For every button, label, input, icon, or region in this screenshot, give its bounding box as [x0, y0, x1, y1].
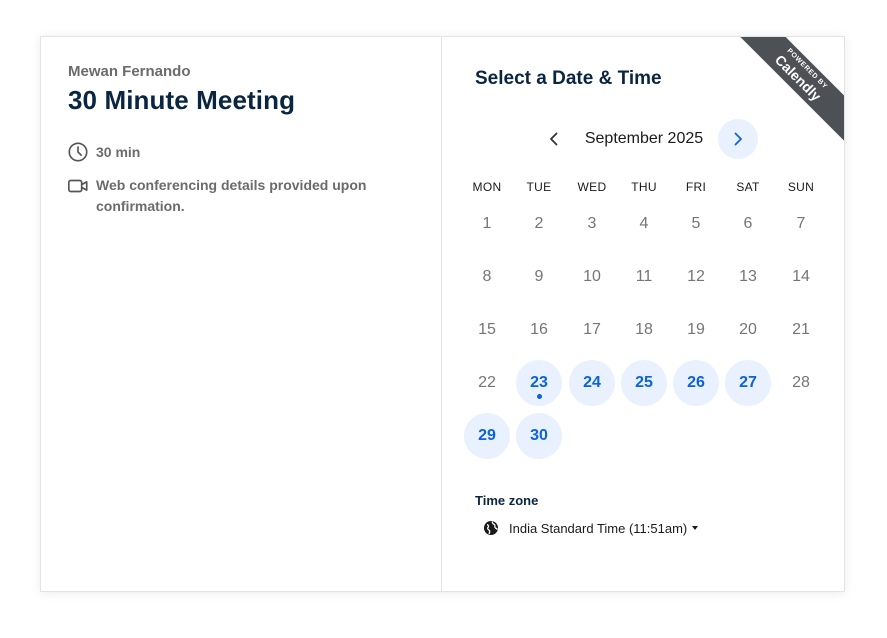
date-time-panel: Select a Date & Time September 2025 MON T…: [442, 37, 844, 591]
date-number: 9: [534, 268, 544, 285]
date-number: 11: [635, 268, 653, 285]
conferencing-text: Web conferencing details provided upon c…: [96, 177, 367, 214]
date-number: 12: [687, 268, 705, 285]
date-number: 15: [478, 321, 496, 338]
date-number: 3: [587, 215, 597, 232]
clock-icon: [68, 142, 88, 162]
date-cell: 13: [725, 254, 771, 300]
date-number: 25: [635, 374, 653, 391]
date-cell: 2: [516, 201, 562, 247]
date-cell: 1: [464, 201, 510, 247]
date-button-available[interactable]: 24: [569, 360, 615, 406]
date-cell: 6: [725, 201, 771, 247]
date-button-available[interactable]: 26: [673, 360, 719, 406]
date-cell: 4: [621, 201, 667, 247]
date-cell: 14: [778, 254, 824, 300]
date-number: 4: [639, 215, 649, 232]
date-number: 21: [792, 321, 810, 338]
timezone-value: India Standard Time (11:51am): [509, 520, 688, 536]
duration-row: 30 min: [67, 141, 140, 163]
date-cell: 9: [516, 254, 562, 300]
date-cell: 21: [778, 307, 824, 353]
date-cell: 17: [569, 307, 615, 353]
date-number: 6: [743, 215, 753, 232]
date-button-available[interactable]: 25: [621, 360, 667, 406]
date-number: 18: [635, 321, 653, 338]
date-number: 5: [691, 215, 701, 232]
date-number: 10: [583, 268, 601, 285]
conferencing-row: Web conferencing details provided upon c…: [67, 175, 397, 217]
date-cell: 7: [778, 201, 824, 247]
date-number: 16: [530, 321, 548, 338]
date-number: 8: [482, 268, 492, 285]
date-cell: 11: [621, 254, 667, 300]
date-cell: 8: [464, 254, 510, 300]
video-camera-icon: [68, 179, 88, 193]
date-button-available[interactable]: 23: [516, 360, 562, 406]
booking-card: Mewan Fernando 30 Minute Meeting 30 min …: [40, 36, 845, 592]
timezone-label: Time zone: [475, 493, 539, 508]
date-cell: 5: [673, 201, 719, 247]
date-number: 19: [687, 321, 705, 338]
date-cell: 3: [569, 201, 615, 247]
date-cell: 28: [778, 360, 824, 406]
date-cell: 18: [621, 307, 667, 353]
date-number: 2: [534, 215, 544, 232]
date-number: 13: [739, 268, 757, 285]
date-cell: 10: [569, 254, 615, 300]
date-number: 29: [478, 427, 496, 444]
date-number: 14: [792, 268, 810, 285]
date-button-available[interactable]: 27: [725, 360, 771, 406]
duration-text: 30 min: [96, 144, 141, 160]
date-number: 20: [739, 321, 757, 338]
timezone-select[interactable]: India Standard Time (11:51am): [483, 517, 699, 539]
caret-down-icon: [692, 526, 699, 530]
organizer-name: Mewan Fernando: [68, 63, 191, 80]
date-number: 7: [796, 215, 806, 232]
date-cell: 15: [464, 307, 510, 353]
date-number: 17: [583, 321, 601, 338]
date-number: 26: [687, 374, 705, 391]
date-cell: 19: [673, 307, 719, 353]
date-cell: 22: [464, 360, 510, 406]
event-title: 30 Minute Meeting: [68, 85, 296, 115]
date-cell: 20: [725, 307, 771, 353]
globe-icon: [484, 521, 498, 535]
date-number: 30: [530, 427, 548, 444]
date-cell: 12: [673, 254, 719, 300]
date-number: 28: [792, 374, 810, 391]
date-cell: 16: [516, 307, 562, 353]
date-number: 27: [739, 374, 757, 391]
date-number: 1: [482, 215, 492, 232]
date-number: 23: [530, 374, 548, 391]
date-number: 22: [478, 374, 496, 391]
date-button-available[interactable]: 29: [464, 413, 510, 459]
today-indicator-dot: [536, 394, 542, 399]
date-button-available[interactable]: 30: [516, 413, 562, 459]
event-details-panel: Mewan Fernando 30 Minute Meeting 30 min …: [41, 37, 442, 591]
date-number: 24: [583, 374, 601, 391]
